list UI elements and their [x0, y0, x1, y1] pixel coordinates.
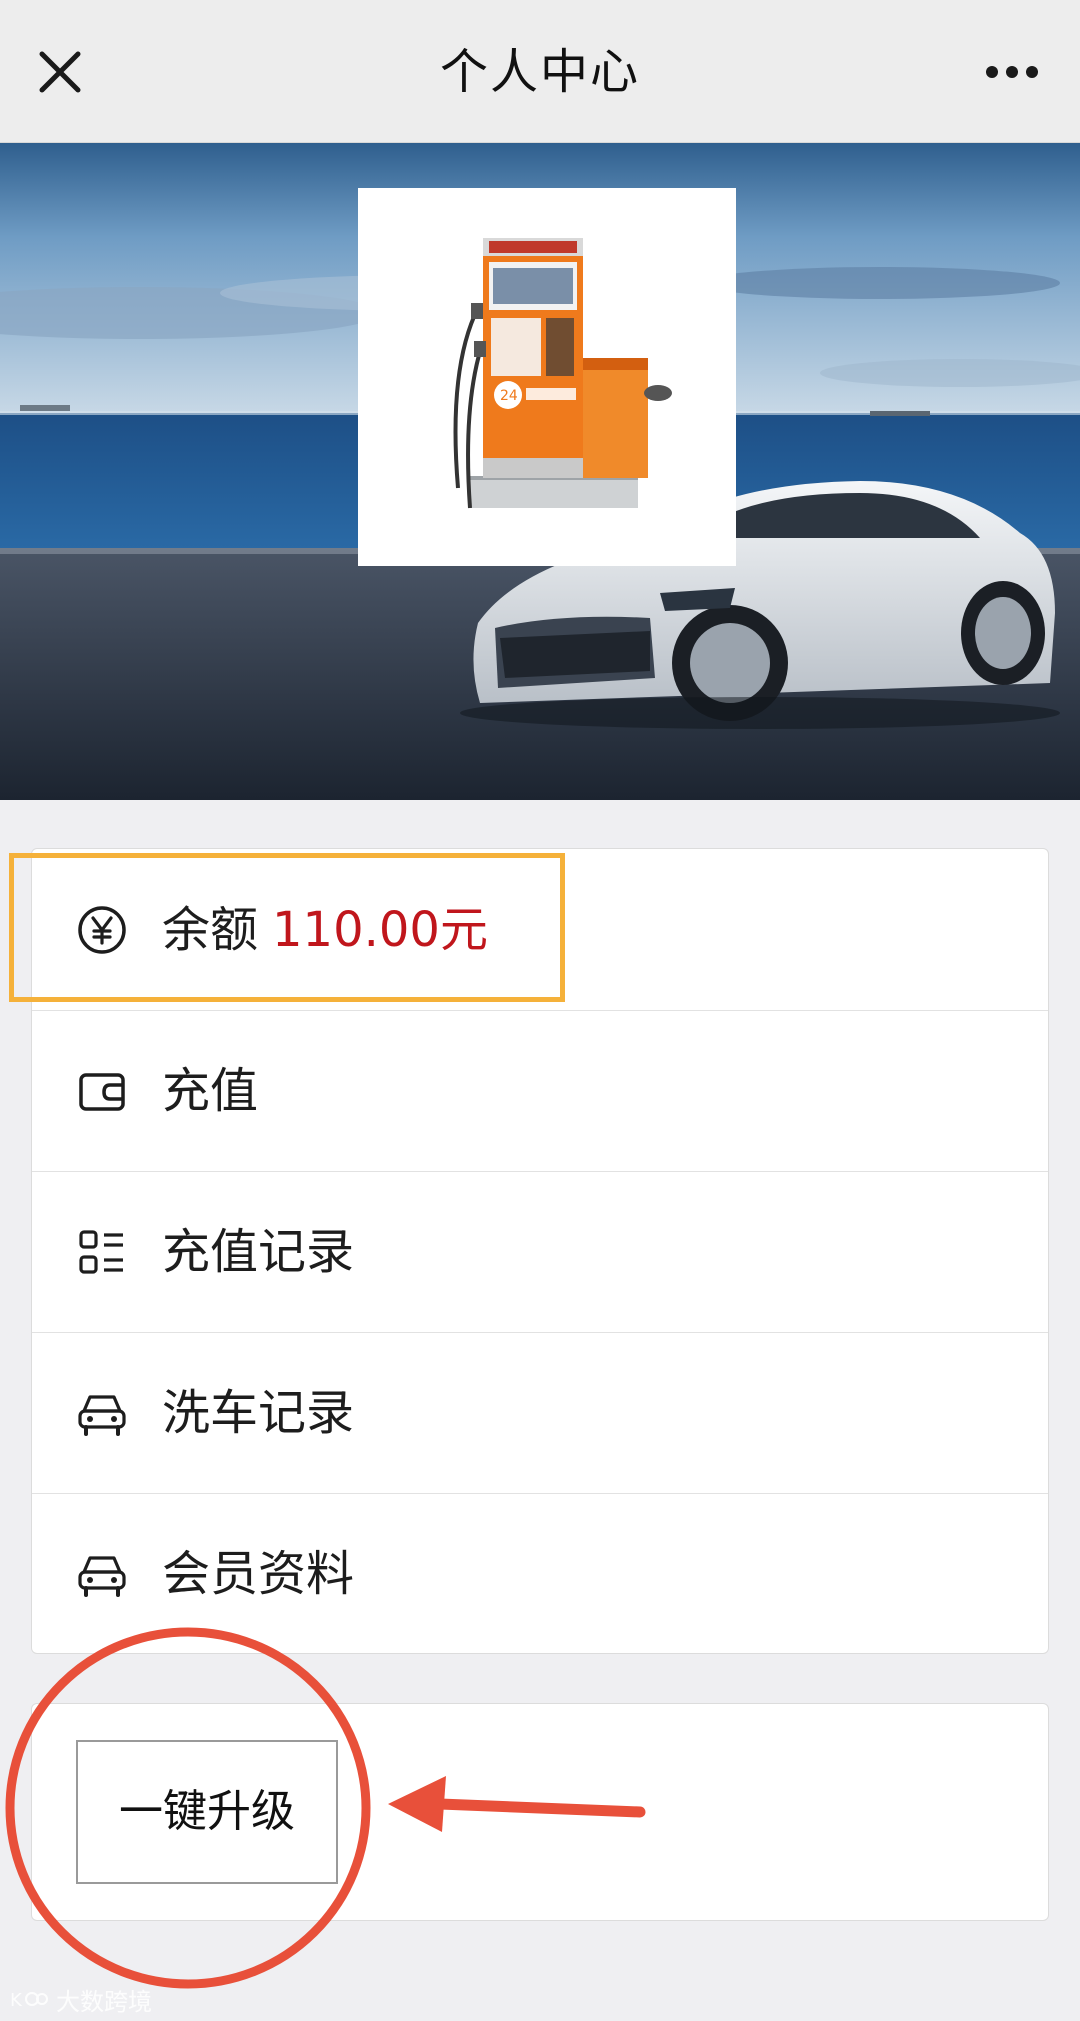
menu-item-label: 会员资料: [162, 1546, 355, 1602]
more-icon: [986, 66, 1038, 78]
menu-item-balance[interactable]: 余额 110.00元: [32, 849, 1048, 1010]
watermark-logo-icon: K: [10, 1990, 48, 2011]
menu-card: 余额 110.00元 充值 充值记录 洗车记录 会员资料: [31, 848, 1049, 1654]
wallet-icon: [79, 1073, 125, 1111]
menu-item-member-profile[interactable]: 会员资料: [32, 1493, 1048, 1654]
svg-text:24: 24: [500, 388, 518, 404]
menu-item-label: 洗车记录: [162, 1385, 355, 1441]
menu-item-recharge-history[interactable]: 充值记录: [32, 1171, 1048, 1332]
yen-icon: [78, 905, 126, 954]
upgrade-card: 一键升级: [31, 1703, 1049, 1921]
balance-amount: 110.00元: [272, 901, 488, 958]
menu-item-label: 余额: [162, 901, 259, 958]
more-menu-button[interactable]: [972, 40, 1052, 104]
banner-image: 24: [0, 143, 1080, 800]
menu-item-label: 充值: [162, 1063, 259, 1119]
car-icon: [78, 1556, 126, 1597]
svg-text:K: K: [10, 1990, 23, 2011]
product-image-frame: 24: [358, 188, 736, 566]
menu-item-label: 充值记录: [162, 1224, 355, 1280]
watermark-text: 大数跨境: [56, 1987, 152, 2016]
menu-item-wash-history[interactable]: 洗车记录: [32, 1332, 1048, 1493]
car-wash-machine-image: 24: [453, 238, 672, 509]
one-click-upgrade-button[interactable]: 一键升级: [76, 1740, 338, 1884]
page-title: 个人中心: [439, 44, 640, 100]
top-navigation-bar: 个人中心: [0, 0, 1080, 143]
list-icon: [79, 1230, 123, 1274]
menu-item-recharge[interactable]: 充值: [32, 1010, 1048, 1171]
watermark: K 大数跨境: [10, 1982, 152, 2016]
car-icon: [78, 1395, 126, 1436]
